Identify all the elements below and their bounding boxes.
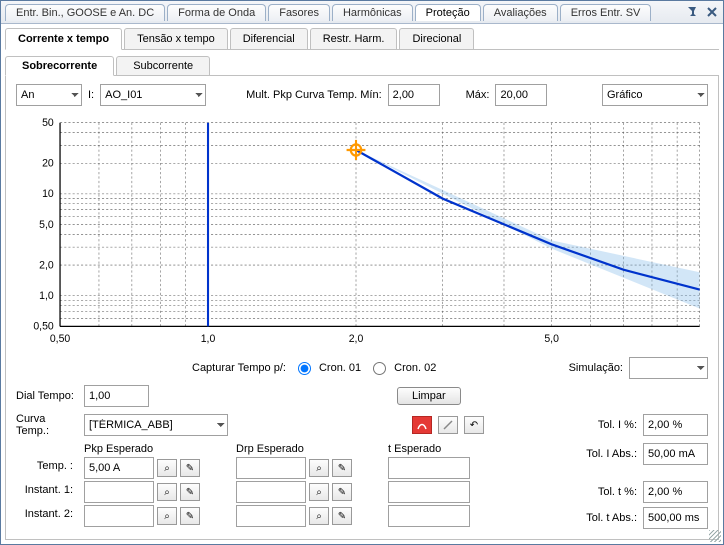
magnify-icon[interactable]: ⌕ [309,459,329,477]
curve-tool1-icon[interactable] [412,416,432,434]
svg-text:1,0: 1,0 [201,333,216,345]
outer-tab-bar: Entr. Bin., GOOSE e An. DC Forma de Onda… [1,1,723,24]
drp-temp-input[interactable] [236,457,306,479]
tol-i-pct-input[interactable] [643,414,708,436]
svg-text:10: 10 [42,188,54,200]
magnify-icon[interactable]: ⌕ [309,483,329,501]
tab-restr-harm[interactable]: Restr. Harm. [310,28,398,49]
tab-direcional[interactable]: Direcional [399,28,474,49]
tol-t-abs-label: Tol. t Abs.: [586,512,637,524]
drp-inst1-input[interactable] [236,481,306,503]
pkp-inst2-input[interactable] [84,505,154,527]
t-temp-input[interactable] [388,457,470,479]
pencil-icon[interactable]: ✎ [180,507,200,525]
tol-i-abs-input[interactable] [643,443,708,465]
tol-t-pct-label: Tol. t %: [598,486,637,498]
tab-erros-sv[interactable]: Erros Entr. SV [560,4,652,21]
tab-diferencial[interactable]: Diferencial [230,28,308,49]
chart-area[interactable]: 0,50 1,0 2,0 5,0 10 20 50 0,50 1,0 2,0 5,0 [16,116,708,351]
pencil-icon[interactable]: ✎ [332,459,352,477]
sim-label: Simulação: [569,362,623,374]
svg-text:2,0: 2,0 [39,259,54,271]
t-esperado-header: t Esperado [388,443,478,455]
magnify-icon[interactable]: ⌕ [309,507,329,525]
mult-max-label: Máx: [466,89,490,101]
tol-i-abs-label: Tol. I Abs.: [586,448,637,460]
tab-tensao-tempo[interactable]: Tensão x tempo [124,28,228,49]
dial-label: Dial Tempo: [16,390,78,402]
tab-avaliacoes[interactable]: Avaliações [483,4,558,21]
t-inst2-input[interactable] [388,505,470,527]
tab-subcorrente[interactable]: Subcorrente [116,56,210,75]
resize-handle-icon[interactable] [709,530,721,542]
svg-text:5,0: 5,0 [544,333,559,345]
pin-icon[interactable] [685,5,699,19]
pkp-inst1-input[interactable] [84,481,154,503]
sim-select[interactable] [629,357,708,379]
drp-inst2-input[interactable] [236,505,306,527]
svg-text:0,50: 0,50 [50,333,70,345]
drp-header: Drp Esperado [236,443,368,455]
tol-i-pct-label: Tol. I %: [598,419,637,431]
mult-min-input[interactable] [388,84,440,106]
curve-select[interactable]: [TÉRMICA_ABB] [84,414,228,436]
tab-forma-onda[interactable]: Forma de Onda [167,4,266,21]
pencil-icon[interactable]: ✎ [332,507,352,525]
t-inst1-input[interactable] [388,481,470,503]
cron02-radio[interactable] [373,362,386,375]
cron02-label: Cron. 02 [394,362,436,374]
pkp-header: Pkp Esperado [84,443,216,455]
tab-protecao[interactable]: Proteção [415,4,481,21]
pkp-temp-input[interactable] [84,457,154,479]
row-inst2-label: Instant. 2: [19,505,73,523]
mult-max-input[interactable] [495,84,547,106]
tab-fasores[interactable]: Fasores [268,4,330,21]
pencil-icon[interactable]: ✎ [332,483,352,501]
close-icon[interactable] [705,5,719,19]
i-label: I: [88,89,94,101]
svg-text:20: 20 [42,157,54,169]
undo-icon[interactable]: ↶ [464,416,484,434]
svg-text:5,0: 5,0 [39,219,54,231]
row-temp-label: Temp. : [19,457,73,475]
cron01-radio[interactable] [298,362,311,375]
tab-sobrecorrente[interactable]: Sobrecorrente [5,56,114,76]
magnify-icon[interactable]: ⌕ [157,507,177,525]
i-select[interactable]: AO_I01 [100,84,206,106]
capture-label: Capturar Tempo p/: [192,362,286,374]
tol-t-pct-input[interactable] [643,481,708,503]
dial-input[interactable] [84,385,149,407]
inner-tab-bar: Corrente x tempo Tensão x tempo Diferenc… [5,28,719,50]
svg-text:1,0: 1,0 [39,290,54,302]
tol-t-abs-input[interactable] [643,507,708,529]
svg-text:2,0: 2,0 [349,333,364,345]
clear-button[interactable]: Limpar [397,387,461,405]
curve-tool2-icon[interactable] [438,416,458,434]
tab-corrente-tempo[interactable]: Corrente x tempo [5,28,122,50]
svg-text:50: 50 [42,117,54,129]
svg-text:0,50: 0,50 [33,320,53,332]
magnify-icon[interactable]: ⌕ [157,483,177,501]
pencil-icon[interactable]: ✎ [180,459,200,477]
tab-harmonicas[interactable]: Harmônicas [332,4,413,21]
mult-min-label: Mult. Pkp Curva Temp. Mín: [246,89,382,101]
cron01-label: Cron. 01 [319,362,361,374]
sub-tab-bar: Sobrecorrente Subcorrente [5,56,719,76]
curve-label: Curva Temp.: [16,413,78,437]
row-inst1-label: Instant. 1: [19,481,73,499]
magnify-icon[interactable]: ⌕ [157,459,177,477]
pencil-icon[interactable]: ✎ [180,483,200,501]
anode-select[interactable]: An [16,84,82,106]
tab-entr-bin[interactable]: Entr. Bin., GOOSE e An. DC [5,4,165,21]
view-select[interactable]: Gráfico [602,84,708,106]
